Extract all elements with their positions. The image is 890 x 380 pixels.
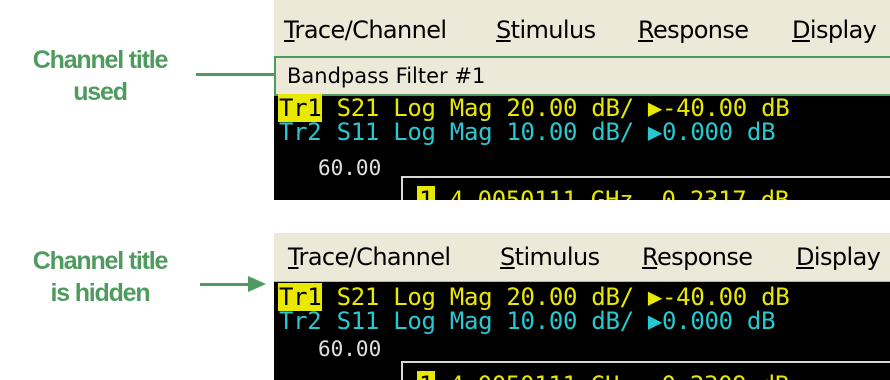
marker-value: 4.0050111 GHz -0.2309 dB (435, 371, 789, 380)
trace-1-status[interactable]: Tr1 S21 Log Mag 20.00 dB/ ▶-40.00 dB (278, 283, 790, 311)
menu-stimulus[interactable]: Stimulus (496, 16, 596, 44)
trace-2-tag: Tr2 (279, 118, 322, 146)
marker-tag: 1 (417, 371, 436, 380)
callout-channel-title-used: Channel title used (5, 44, 195, 108)
marker-value: 4.0050111 GHz -0.2317 dB (435, 186, 789, 200)
callout-line-1: Channel title (32, 46, 169, 74)
trace-1-status[interactable]: Tr1 S21 Log Mag 20.00 dB/ ▶-40.00 dB (278, 94, 790, 122)
menu-display[interactable]: Display (792, 16, 877, 44)
marker-readout: 1 4.0050111 GHz -0.2309 dB (401, 361, 890, 380)
menu-stimulus[interactable]: Stimulus (500, 243, 600, 271)
analyzer-window-title-shown: Trace/Channel Stimulus Response Display … (274, 0, 890, 200)
callout-arrow-shaft (200, 283, 250, 286)
callout-channel-title-hidden: Channel title is hidden (5, 245, 195, 309)
marker-tag: 1 (417, 186, 436, 200)
menu-display[interactable]: Display (796, 243, 881, 271)
menu-response[interactable]: Response (642, 243, 753, 271)
callout-connector-line (196, 73, 274, 76)
callout-line-1: Channel title (32, 247, 169, 275)
arrow-right-icon (248, 276, 266, 292)
menu-bar: Trace/Channel Stimulus Response Display (274, 233, 890, 282)
scale-top-value: 60.00 (318, 156, 400, 180)
trace-2-text: S11 Log Mag 10.00 dB/ ▶0.000 dB (322, 118, 776, 146)
channel-title-bar[interactable]: Bandpass Filter #1 (274, 56, 890, 96)
menu-bar: Trace/Channel Stimulus Response Display (274, 0, 890, 57)
callout-line-2: used (73, 78, 128, 106)
menu-trace-channel[interactable]: Trace/Channel (288, 243, 451, 271)
trace-2-status[interactable]: Tr2 S11 Log Mag 10.00 dB/ ▶0.000 dB (278, 307, 776, 335)
menu-response[interactable]: Response (638, 16, 749, 44)
trace-2-tag: Tr2 (279, 307, 322, 335)
trace-2-status[interactable]: Tr2 S11 Log Mag 10.00 dB/ ▶0.000 dB (278, 118, 776, 146)
analyzer-window-title-hidden: Trace/Channel Stimulus Response Display … (274, 233, 890, 380)
trace-2-text: S11 Log Mag 10.00 dB/ ▶0.000 dB (322, 307, 776, 335)
marker-readout: 1 4.0050111 GHz -0.2317 dB (401, 176, 890, 200)
scale-top-value: 60.00 (318, 337, 400, 361)
callout-line-2: is hidden (50, 279, 151, 307)
menu-trace-channel[interactable]: Trace/Channel (284, 16, 447, 44)
